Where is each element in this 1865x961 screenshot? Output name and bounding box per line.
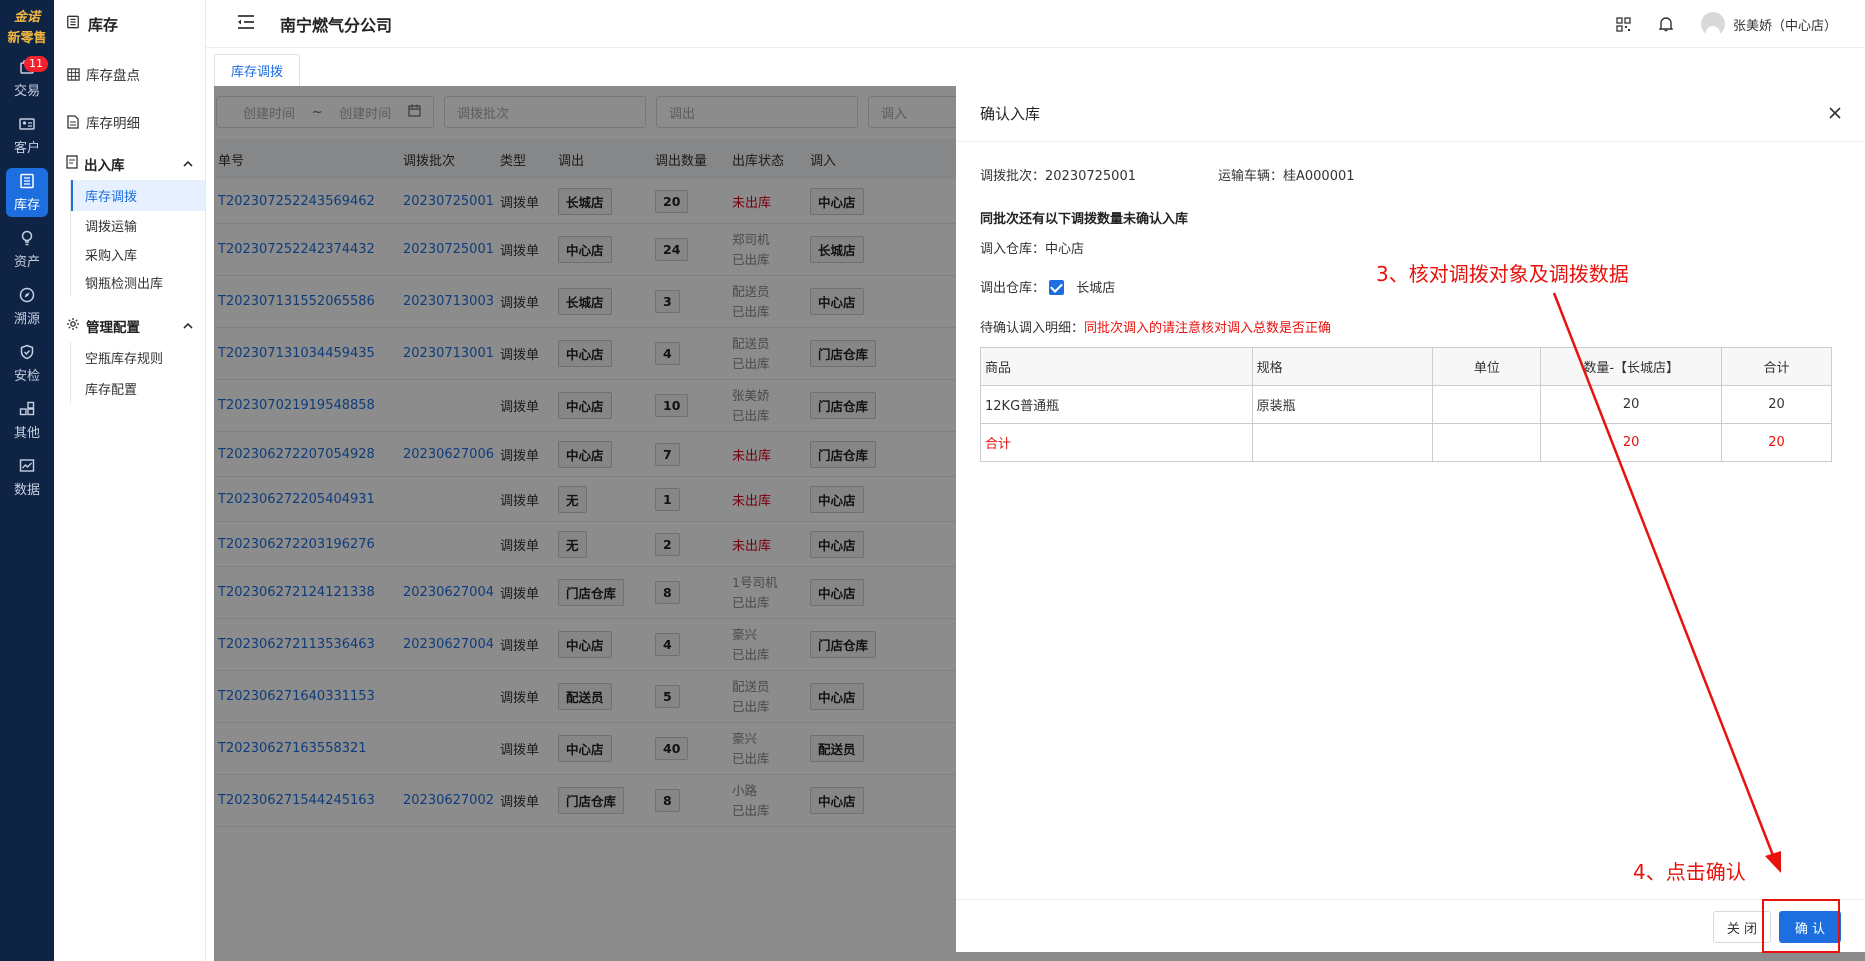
annotation-arrow <box>1552 292 1781 873</box>
annotation-highlight-box <box>1762 899 1840 953</box>
trade-badge: 11 <box>24 56 48 72</box>
inventory-icon <box>18 172 36 190</box>
rail-label: 交易 <box>13 84 40 99</box>
customer-icon <box>18 115 36 133</box>
safety-icon <box>18 343 36 361</box>
rail-label: 客户 <box>13 141 40 156</box>
trace-icon <box>18 286 36 304</box>
other-icon <box>18 400 36 418</box>
rail-label: 库存 <box>13 198 40 213</box>
rail-label: 数据 <box>13 483 40 498</box>
rail-label: 溯源 <box>13 312 40 327</box>
rail-label: 资产 <box>13 255 40 270</box>
data-icon <box>18 457 36 475</box>
asset-icon <box>18 229 36 247</box>
rail-label: 其他 <box>13 426 40 441</box>
rail-label: 安检 <box>13 369 40 384</box>
